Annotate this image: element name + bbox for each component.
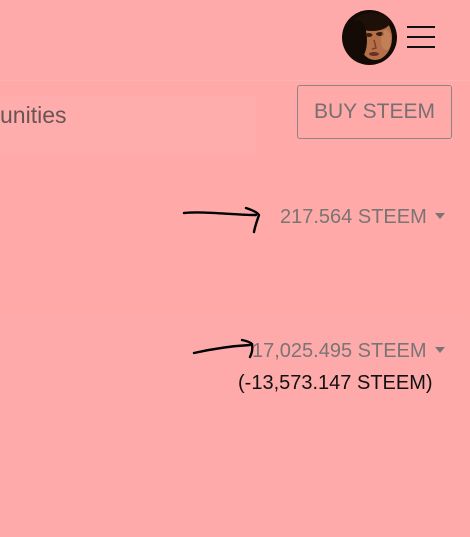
hamburger-menu-icon[interactable] <box>404 22 438 52</box>
steem-power-balance-value: 17,025.495 STEEM <box>252 340 427 362</box>
buy-steem-button[interactable]: BUY STEEM <box>297 85 452 139</box>
caret-down-icon <box>434 213 445 219</box>
steem-balance-dropdown[interactable]: 217.564 STEEM <box>280 206 445 229</box>
avatar-image <box>342 10 397 65</box>
menu-line <box>407 36 435 38</box>
steem-power-delegated-value: (-13,573.147 STEEM) <box>238 372 433 394</box>
steem-balance-value: 217.564 STEEM <box>280 206 427 228</box>
balance-row-steem <box>0 155 470 313</box>
caret-down-icon <box>434 347 445 353</box>
tab-communities[interactable]: unities <box>0 102 66 129</box>
header-bar <box>0 0 470 81</box>
user-avatar[interactable] <box>342 10 397 65</box>
menu-line <box>407 26 435 28</box>
menu-line <box>407 46 435 48</box>
steem-power-balance-dropdown[interactable]: 17,025.495 STEEM <box>252 340 445 363</box>
